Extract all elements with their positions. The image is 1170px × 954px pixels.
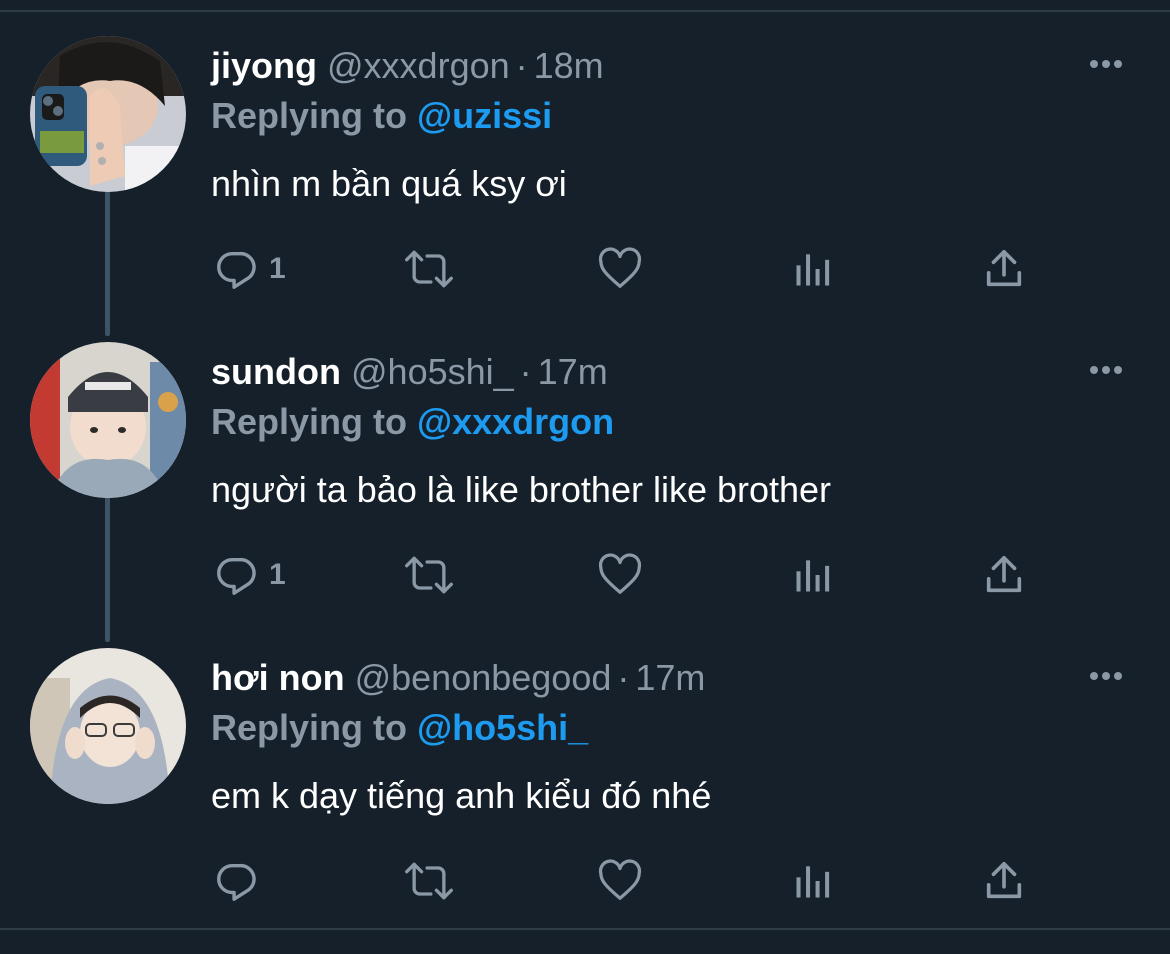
replying-to-label: Replying to bbox=[211, 95, 407, 136]
avatar[interactable] bbox=[30, 342, 186, 498]
separator-dot: · bbox=[515, 45, 528, 86]
replying-to-line: Replying to @uzissi bbox=[211, 96, 552, 136]
tweet-header: hơi non @benonbegood · 17m bbox=[211, 658, 705, 698]
views-button[interactable] bbox=[791, 856, 835, 906]
display-name[interactable]: jiyong bbox=[211, 45, 317, 86]
share-button[interactable] bbox=[981, 856, 1027, 906]
share-icon bbox=[981, 858, 1027, 904]
user-handle[interactable]: @benonbegood bbox=[355, 657, 612, 698]
replying-to-line: Replying to @ho5shi_ bbox=[211, 708, 588, 748]
mention-link[interactable]: @uzissi bbox=[417, 95, 552, 136]
reply-button[interactable] bbox=[213, 856, 259, 906]
share-button[interactable] bbox=[981, 550, 1027, 600]
retweet-icon bbox=[403, 246, 455, 292]
views-button[interactable] bbox=[791, 550, 835, 600]
tweet[interactable]: hơi non @benonbegood · 17m Replying to @ho… bbox=[0, 648, 1170, 954]
user-handle[interactable]: @ho5shi_ bbox=[351, 351, 514, 392]
replying-to-label: Replying to bbox=[211, 401, 407, 442]
heart-icon bbox=[596, 552, 644, 598]
replying-to-label: Replying to bbox=[211, 707, 407, 748]
retweet-icon bbox=[403, 858, 455, 904]
retweet-button[interactable] bbox=[403, 244, 455, 294]
analytics-icon bbox=[791, 246, 835, 292]
mention-link[interactable]: @xxxdrgon bbox=[417, 401, 614, 442]
avatar[interactable] bbox=[30, 36, 186, 192]
like-button[interactable] bbox=[596, 244, 644, 294]
analytics-icon bbox=[791, 552, 835, 598]
reply-count: 1 bbox=[269, 252, 286, 285]
tweet-header: jiyong @xxxdrgon · 18m bbox=[211, 46, 604, 86]
reply-icon bbox=[213, 552, 259, 598]
heart-icon bbox=[596, 858, 644, 904]
like-button[interactable] bbox=[596, 856, 644, 906]
tweet[interactable]: jiyong @xxxdrgon · 18m Replying to @uzissi… bbox=[0, 36, 1170, 342]
tweet-actions bbox=[213, 856, 1053, 906]
retweet-button[interactable] bbox=[403, 856, 455, 906]
reply-icon bbox=[213, 858, 259, 904]
reply-count: 1 bbox=[269, 558, 286, 591]
display-name[interactable]: sundon bbox=[211, 351, 341, 392]
retweet-icon bbox=[403, 552, 455, 598]
retweet-button[interactable] bbox=[403, 550, 455, 600]
timestamp[interactable]: 17m bbox=[538, 351, 608, 392]
share-button[interactable] bbox=[981, 244, 1027, 294]
reply-button[interactable]: 1 bbox=[213, 550, 286, 600]
analytics-icon bbox=[791, 858, 835, 904]
like-button[interactable] bbox=[596, 550, 644, 600]
tweet-actions: 1 bbox=[213, 244, 1053, 294]
timestamp[interactable]: 18m bbox=[534, 45, 604, 86]
heart-icon bbox=[596, 246, 644, 292]
mention-link[interactable]: @ho5shi_ bbox=[417, 707, 588, 748]
tweet-text: nhìn m bần quá ksy ơi bbox=[211, 163, 567, 204]
reply-icon bbox=[213, 246, 259, 292]
tweet[interactable]: sundon @ho5shi_ · 17m Replying to @xxxdrgo… bbox=[0, 342, 1170, 648]
reply-button[interactable]: 1 bbox=[213, 244, 286, 294]
display-name[interactable]: hơi non bbox=[211, 657, 345, 698]
share-icon bbox=[981, 246, 1027, 292]
tweet-text: người ta bảo là like brother like brothe… bbox=[211, 469, 832, 510]
separator-dot: · bbox=[617, 657, 630, 698]
tweet-header: sundon @ho5shi_ · 17m bbox=[211, 352, 608, 392]
replying-to-line: Replying to @xxxdrgon bbox=[211, 402, 614, 442]
views-button[interactable] bbox=[791, 244, 835, 294]
separator-dot: · bbox=[519, 351, 532, 392]
share-icon bbox=[981, 552, 1027, 598]
user-handle[interactable]: @xxxdrgon bbox=[327, 45, 510, 86]
tweet-actions: 1 bbox=[213, 550, 1053, 600]
tweet-text: em k dạy tiếng anh kiểu đó nhé bbox=[211, 775, 712, 816]
more-horizontal-icon[interactable] bbox=[1086, 54, 1126, 74]
timestamp[interactable]: 17m bbox=[635, 657, 705, 698]
more-horizontal-icon[interactable] bbox=[1086, 360, 1126, 380]
more-horizontal-icon[interactable] bbox=[1086, 666, 1126, 686]
bottom-divider bbox=[0, 928, 1170, 930]
avatar[interactable] bbox=[30, 648, 186, 804]
top-divider bbox=[0, 0, 1170, 12]
